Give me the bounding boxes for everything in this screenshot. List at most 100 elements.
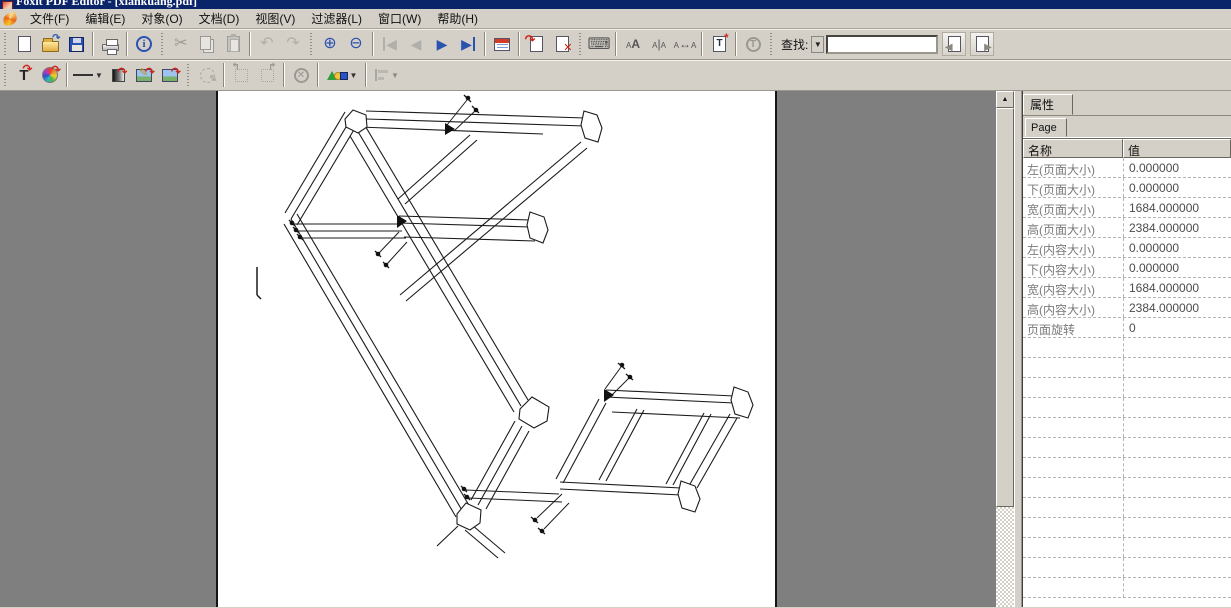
line-style-button[interactable]: ▼ xyxy=(71,62,105,88)
char-kerning-button[interactable]: A|A xyxy=(646,31,672,57)
insert-shapes-button[interactable]: ▼ xyxy=(322,62,362,88)
toolbar-drag-handle[interactable] xyxy=(3,33,8,55)
property-row[interactable]: 左(页面大小) 0.000000 xyxy=(1023,158,1231,178)
menu-document[interactable]: 文档(D) xyxy=(191,8,248,29)
property-row[interactable] xyxy=(1023,518,1231,538)
font-size-button[interactable]: AA xyxy=(620,31,646,57)
new-document-button[interactable] xyxy=(11,31,37,57)
toolbar-drag-handle[interactable] xyxy=(160,33,165,55)
copy-button[interactable] xyxy=(194,31,220,57)
rotate-object-right-button[interactable]: ↱ xyxy=(254,62,280,88)
redo-button[interactable]: ↷ xyxy=(280,31,306,57)
property-value[interactable] xyxy=(1123,478,1231,497)
property-row[interactable]: 左(内容大小) 0.000000 xyxy=(1023,238,1231,258)
property-row[interactable] xyxy=(1023,338,1231,358)
menu-window[interactable]: 窗口(W) xyxy=(370,8,429,29)
property-value[interactable] xyxy=(1123,418,1231,437)
rotate-object-left-button[interactable]: ↰ xyxy=(228,62,254,88)
toolbar-drag-handle[interactable] xyxy=(3,64,8,86)
menu-help[interactable]: 帮助(H) xyxy=(429,8,486,29)
zoom-in-button[interactable]: ⊕ xyxy=(317,31,343,57)
edit-image-button[interactable]: ✎↷ xyxy=(131,62,157,88)
property-row[interactable]: 下(内容大小) 0.000000 xyxy=(1023,258,1231,278)
vertical-scrollbar[interactable]: ▲ xyxy=(996,91,1014,607)
open-file-button[interactable] xyxy=(37,31,63,57)
property-row[interactable]: 宽(页面大小) 1684.000000 xyxy=(1023,198,1231,218)
property-row[interactable] xyxy=(1023,498,1231,518)
document-canvas[interactable] xyxy=(0,91,996,607)
previous-page-button[interactable]: ◀ xyxy=(403,31,429,57)
menu-filter[interactable]: 过滤器(L) xyxy=(303,8,370,29)
align-objects-button[interactable]: ▼ xyxy=(370,62,404,88)
toolbar-drag-handle[interactable] xyxy=(769,33,774,55)
char-width-button[interactable]: A↔A xyxy=(672,31,698,57)
keyboard-input-button[interactable]: ⌨ xyxy=(586,31,612,57)
save-button[interactable] xyxy=(63,31,89,57)
property-row[interactable]: 页面旋转 0 xyxy=(1023,318,1231,338)
find-input[interactable] xyxy=(826,35,938,54)
menu-file[interactable]: 文件(F) xyxy=(22,8,77,29)
undo-button[interactable]: ↶ xyxy=(254,31,280,57)
property-value[interactable] xyxy=(1123,558,1231,577)
menu-object[interactable]: 对象(O) xyxy=(133,8,190,29)
page-tab[interactable]: Page xyxy=(1025,118,1067,137)
column-header-value[interactable]: 值 xyxy=(1123,139,1231,158)
property-row[interactable] xyxy=(1023,378,1231,398)
add-text-button[interactable]: T* xyxy=(706,31,732,57)
property-value[interactable]: 0.000000 xyxy=(1123,238,1231,257)
document-info-button[interactable]: i xyxy=(131,31,157,57)
scroll-up-button[interactable]: ▲ xyxy=(996,91,1014,108)
property-value[interactable] xyxy=(1123,458,1231,477)
property-value[interactable]: 1684.000000 xyxy=(1123,198,1231,217)
property-value[interactable]: 1684.000000 xyxy=(1123,278,1231,297)
property-value[interactable]: 0.000000 xyxy=(1123,258,1231,277)
property-row[interactable] xyxy=(1023,418,1231,438)
rotate-page-button[interactable]: ↷ xyxy=(523,31,549,57)
property-row[interactable] xyxy=(1023,398,1231,418)
property-value[interactable]: 0.000000 xyxy=(1123,158,1231,177)
delete-page-button[interactable]: ✕ xyxy=(549,31,575,57)
find-next-button[interactable]: ▶ xyxy=(970,32,994,56)
property-value[interactable] xyxy=(1123,498,1231,517)
last-page-button[interactable]: ▶ xyxy=(455,31,481,57)
property-row[interactable]: 宽(内容大小) 1684.000000 xyxy=(1023,278,1231,298)
property-value[interactable] xyxy=(1123,578,1231,597)
property-value[interactable] xyxy=(1123,398,1231,417)
property-row[interactable]: 高(页面大小) 2384.000000 xyxy=(1023,218,1231,238)
find-dropdown-button[interactable]: ▼ xyxy=(811,36,824,53)
property-value[interactable]: 0 xyxy=(1123,318,1231,337)
property-row[interactable] xyxy=(1023,558,1231,578)
toolbar-drag-handle[interactable] xyxy=(309,33,314,55)
property-row[interactable]: 高(内容大小) 2384.000000 xyxy=(1023,298,1231,318)
property-row[interactable] xyxy=(1023,358,1231,378)
text-circle-button[interactable]: T xyxy=(740,31,766,57)
print-button[interactable] xyxy=(97,31,123,57)
menu-edit[interactable]: 编辑(E) xyxy=(77,8,133,29)
property-value[interactable] xyxy=(1123,518,1231,537)
lasso-select-button[interactable]: ✎ xyxy=(194,62,220,88)
property-value[interactable] xyxy=(1123,378,1231,397)
scrollbar-thumb[interactable] xyxy=(996,108,1014,507)
toolbar-drag-handle[interactable] xyxy=(578,33,583,55)
page-layout-button[interactable] xyxy=(489,31,515,57)
property-value[interactable]: 0.000000 xyxy=(1123,178,1231,197)
properties-tab[interactable]: 属性 xyxy=(1023,94,1073,115)
zoom-out-button[interactable]: ⊖ xyxy=(343,31,369,57)
property-row[interactable] xyxy=(1023,538,1231,558)
cut-button[interactable]: ✂ xyxy=(168,31,194,57)
property-value[interactable] xyxy=(1123,538,1231,557)
property-row[interactable] xyxy=(1023,578,1231,598)
property-value[interactable] xyxy=(1123,338,1231,357)
next-page-button[interactable]: ▶ xyxy=(429,31,455,57)
paste-button[interactable] xyxy=(220,31,246,57)
property-value[interactable] xyxy=(1123,358,1231,377)
toolbar-drag-handle[interactable] xyxy=(186,64,191,86)
scrollbar-track[interactable] xyxy=(996,507,1014,607)
color-wheel-button[interactable]: ↷ xyxy=(37,62,63,88)
property-value[interactable] xyxy=(1123,438,1231,457)
find-previous-button[interactable]: ◀ xyxy=(942,32,966,56)
add-image-button[interactable]: ↷ xyxy=(157,62,183,88)
fill-gradient-button[interactable]: ↷ xyxy=(105,62,131,88)
menu-view[interactable]: 视图(V) xyxy=(247,8,303,29)
delete-object-button[interactable]: ✕ xyxy=(288,62,314,88)
